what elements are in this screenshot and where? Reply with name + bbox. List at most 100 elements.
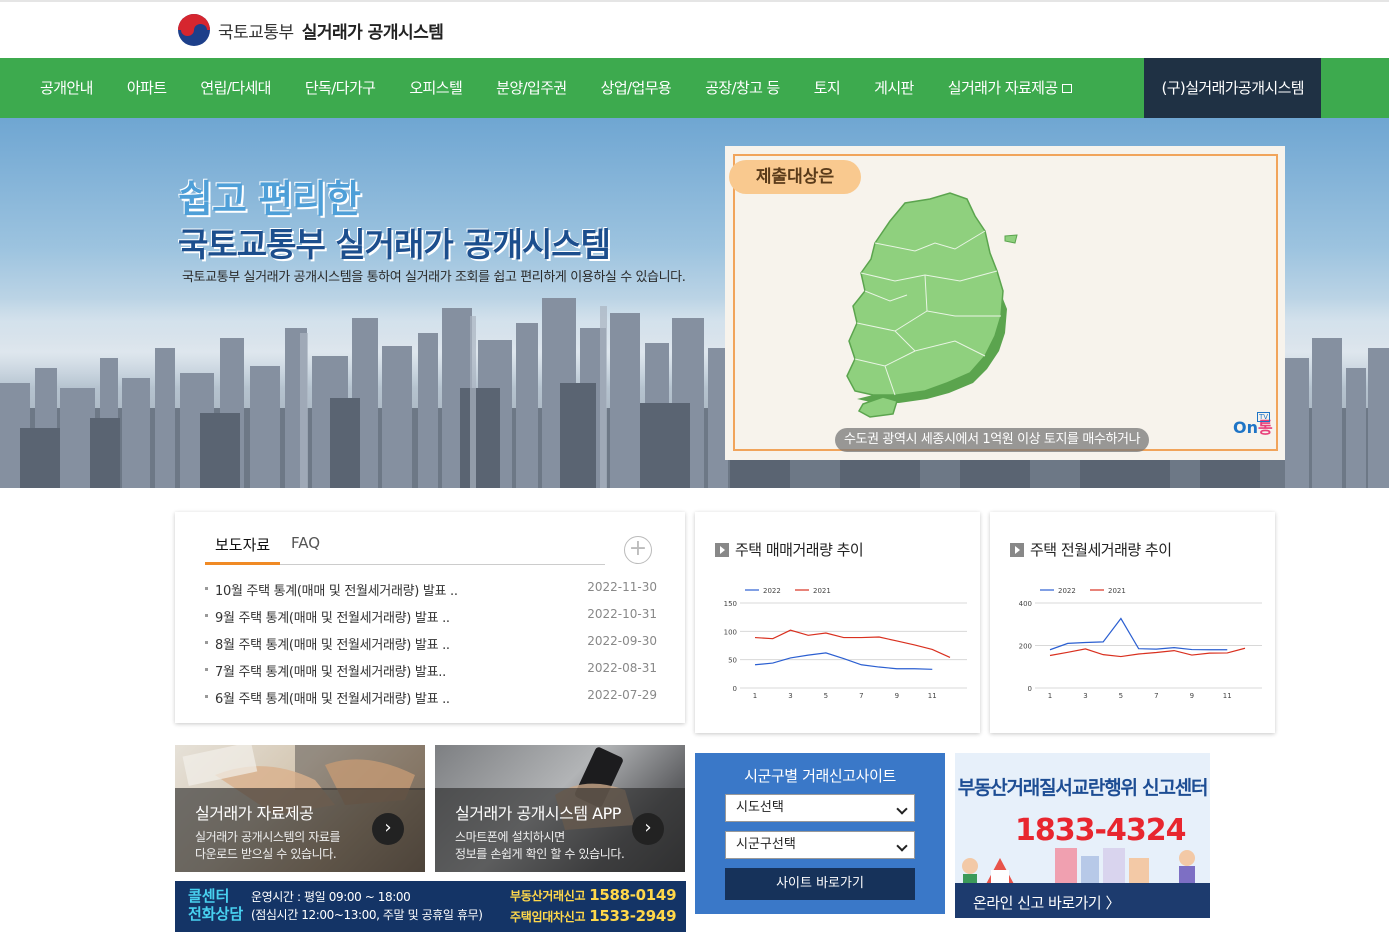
x-tick-label: 7 — [1154, 692, 1158, 700]
nav-item-multiplex[interactable]: 연립/다세대 — [183, 58, 287, 118]
taegeuk-emblem-icon — [178, 14, 210, 46]
chevron-right-icon[interactable]: › — [632, 813, 664, 845]
nav-item-factory[interactable]: 공장/창고 등 — [688, 58, 797, 118]
x-tick-label: 11 — [928, 692, 937, 700]
more-button[interactable]: + — [624, 536, 652, 564]
arrow-right-icon — [1010, 542, 1024, 557]
news-title[interactable]: 9월 주택 통계(매매 및 전월세거래량) 발표 .. — [205, 607, 450, 634]
chart-title[interactable]: 주택 매매거래량 추이 — [715, 539, 864, 560]
sigungu-select[interactable]: 시군구선택 — [725, 831, 915, 859]
phone-number: 1533-2949 — [589, 907, 677, 925]
nav-item-officetel[interactable]: 오피스텔 — [392, 58, 479, 118]
chart-title-text: 주택 전월세거래량 추이 — [1030, 541, 1172, 559]
call-center-banner: 콜센터 전화상담 운영시간 : 평일 09:00 ~ 18:00 (점심시간 1… — [175, 881, 686, 932]
promo-title: 실거래가 자료제공 — [195, 804, 314, 823]
nav-item-presale[interactable]: 분양/입주권 — [479, 58, 583, 118]
phone-label: 부동산거래신고 — [510, 889, 586, 903]
x-tick-label: 1 — [753, 692, 757, 700]
news-title[interactable]: 6월 주택 통계(매매 및 전월세거래량) 발표 .. — [205, 688, 450, 715]
x-tick-label: 11 — [1223, 692, 1232, 700]
y-tick-label: 200 — [1019, 643, 1032, 651]
nav-item-guide[interactable]: 공개안내 — [0, 58, 110, 118]
legend-label: 2021 — [1108, 587, 1126, 595]
legend-label: 2021 — [813, 587, 831, 595]
rent-volume-chart: 0 200 400 1 3 5 7 9 11 2022 2021 — [1019, 587, 1262, 700]
local-report-site-box: 시군구별 거래신고사이트 시도선택 시군구선택 사이트 바로가기 — [695, 753, 945, 914]
list-item[interactable]: 7월 주택 통계(매매 및 전월세거래량) 발표.. 2022-08-31 — [205, 661, 657, 688]
report-illustration — [962, 848, 1195, 888]
call-center-hours: 운영시간 : 평일 09:00 ~ 18:00 (점심시간 12:00~13:0… — [251, 888, 483, 924]
nav-item-legacy-system[interactable]: (구)실거래가공개시스템 — [1144, 58, 1321, 118]
sales-volume-chart: 0 50 100 150 1 3 5 7 9 11 2022 2021 — [724, 587, 967, 700]
go-to-site-button[interactable]: 사이트 바로가기 — [725, 868, 915, 900]
tab-faq[interactable]: FAQ — [291, 534, 320, 552]
y-tick-label: 100 — [724, 628, 737, 636]
sido-select[interactable]: 시도선택 — [725, 794, 915, 822]
report-center-title: 부동산거래질서교란행위 신고센터 — [957, 777, 1209, 799]
news-date: 2022-10-31 — [587, 607, 657, 621]
x-tick-label: 3 — [788, 692, 792, 700]
site-logo[interactable]: 국토교통부 실거래가 공개시스템 — [178, 14, 444, 46]
list-item[interactable]: 9월 주택 통계(매매 및 전월세거래량) 발표 .. 2022-10-31 — [205, 607, 657, 634]
news-title[interactable]: 8월 주택 통계(매매 및 전월세거래량) 발표 .. — [205, 634, 450, 661]
phone-real-estate[interactable]: 부동산거래신고 1588-0149 — [510, 886, 677, 904]
hero-title-secondary: 국토교통부 실거래가 공개시스템 — [178, 225, 611, 264]
hero-subtitle: 국토교통부 실거래가 공개시스템을 통하여 실거래가 조회를 쉽고 편리하게 이… — [182, 270, 686, 285]
online-report-link[interactable]: 온라인 신고 바로가기 〉 — [973, 892, 1121, 913]
video-caption: 수도권 광역시 세종시에서 1억원 이상 토지를 매수하거나 — [835, 428, 1150, 452]
tab-press-release[interactable]: 보도자료 — [204, 534, 281, 565]
press-release-panel: 보도자료 FAQ + 10월 주택 통계(매매 및 전월세거래량) 발표 .. 2… — [175, 512, 685, 723]
ministry-name: 국토교통부 — [218, 22, 294, 43]
x-tick-label: 3 — [1083, 692, 1087, 700]
list-item[interactable]: 6월 주택 통계(매매 및 전월세거래량) 발표 .. 2022-07-29 — [205, 688, 657, 715]
sales-volume-chart-card: 주택 매매거래량 추이 0 50 100 150 1 3 5 7 9 11 2022 2021 — [695, 512, 980, 733]
call-center-label: 콜센터 전화상담 — [188, 887, 243, 923]
lunch-hours: (점심시간 12:00~13:00, 주말 및 공휴일 휴무) — [251, 908, 483, 922]
report-center-banner[interactable]: 부동산거래질서교란행위 신고센터 1833-4324 온라인 신고 바로가기 〉 — [955, 753, 1210, 918]
app-promo[interactable]: 실거래가 공개시스템 APP 스마트폰에 설치하시면 정보를 손쉽게 확인 할 … — [435, 745, 685, 872]
x-tick-label: 9 — [1190, 692, 1194, 700]
chart-title[interactable]: 주택 전월세거래량 추이 — [1010, 539, 1172, 560]
promo-video[interactable]: 제출대상은 수도권 광역시 세종시에서 1억원 이상 토지를 매수하거나 On통… — [725, 146, 1285, 460]
series-line-2022 — [754, 652, 933, 670]
x-tick-label: 5 — [1119, 692, 1123, 700]
news-title[interactable]: 10월 주택 통계(매매 및 전월세거래량) 발표 .. — [205, 580, 458, 607]
news-title[interactable]: 7월 주택 통계(매매 및 전월세거래량) 발표.. — [205, 661, 446, 688]
system-name: 실거래가 공개시스템 — [301, 22, 444, 43]
ontong-logo-on: On — [1233, 418, 1258, 437]
chart-title-text: 주택 매매거래량 추이 — [735, 541, 864, 559]
nav-item-apartment[interactable]: 아파트 — [110, 58, 184, 118]
promo-description: 실거래가 공개시스템의 자료를 다운로드 받으실 수 있습니다. — [195, 830, 341, 861]
nav-item-data-provision-label: 실거래가 자료제공 — [947, 79, 1058, 97]
external-link-icon — [1061, 84, 1072, 93]
y-tick-label: 0 — [733, 685, 737, 693]
nav-item-land[interactable]: 토지 — [797, 58, 857, 118]
promo-description: 스마트폰에 설치하시면 정보를 손쉽게 확인 할 수 있습니다. — [455, 830, 625, 861]
tv-badge: TV — [1257, 412, 1270, 422]
y-tick-label: 50 — [728, 657, 737, 665]
promo-title: 실거래가 공개시스템 APP — [455, 804, 621, 823]
call-center-label-line1: 콜센터 — [188, 887, 230, 905]
legend-label: 2022 — [763, 587, 781, 595]
list-item[interactable]: 8월 주택 통계(매매 및 전월세거래량) 발표 .. 2022-09-30 — [205, 634, 657, 661]
phone-label: 주택임대차신고 — [510, 910, 586, 924]
nav-item-commercial[interactable]: 상업/업무용 — [584, 58, 688, 118]
y-tick-label: 150 — [724, 600, 737, 608]
x-tick-label: 5 — [824, 692, 828, 700]
site-header: 국토교통부 실거래가 공개시스템 — [0, 0, 1389, 58]
news-date: 2022-09-30 — [587, 634, 657, 648]
hero-title-primary: 쉽고 편리한 — [178, 177, 361, 221]
x-tick-label: 7 — [859, 692, 863, 700]
nav-item-data-provision[interactable]: 실거래가 자료제공 — [931, 58, 1089, 118]
phone-lease[interactable]: 주택임대차신고 1533-2949 — [510, 907, 677, 925]
legend-label: 2022 — [1058, 587, 1076, 595]
news-tabs: 보도자료 FAQ — [204, 534, 605, 565]
nav-item-detached[interactable]: 단독/다가구 — [288, 58, 392, 118]
hero-banner: 쉽고 편리한 국토교통부 실거래가 공개시스템 국토교통부 실거래가 공개시스템… — [0, 118, 1389, 488]
data-provision-promo[interactable]: 실거래가 자료제공 실거래가 공개시스템의 자료를 다운로드 받으실 수 있습니… — [175, 745, 425, 872]
list-item[interactable]: 10월 주택 통계(매매 및 전월세거래량) 발표 .. 2022-11-30 — [205, 580, 657, 607]
y-tick-label: 0 — [1028, 685, 1032, 693]
nav-item-board[interactable]: 게시판 — [857, 58, 931, 118]
chevron-right-icon[interactable]: › — [372, 813, 404, 845]
rent-volume-chart-card: 주택 전월세거래량 추이 0 200 400 1 3 5 7 9 11 2022 2021 — [990, 512, 1275, 733]
